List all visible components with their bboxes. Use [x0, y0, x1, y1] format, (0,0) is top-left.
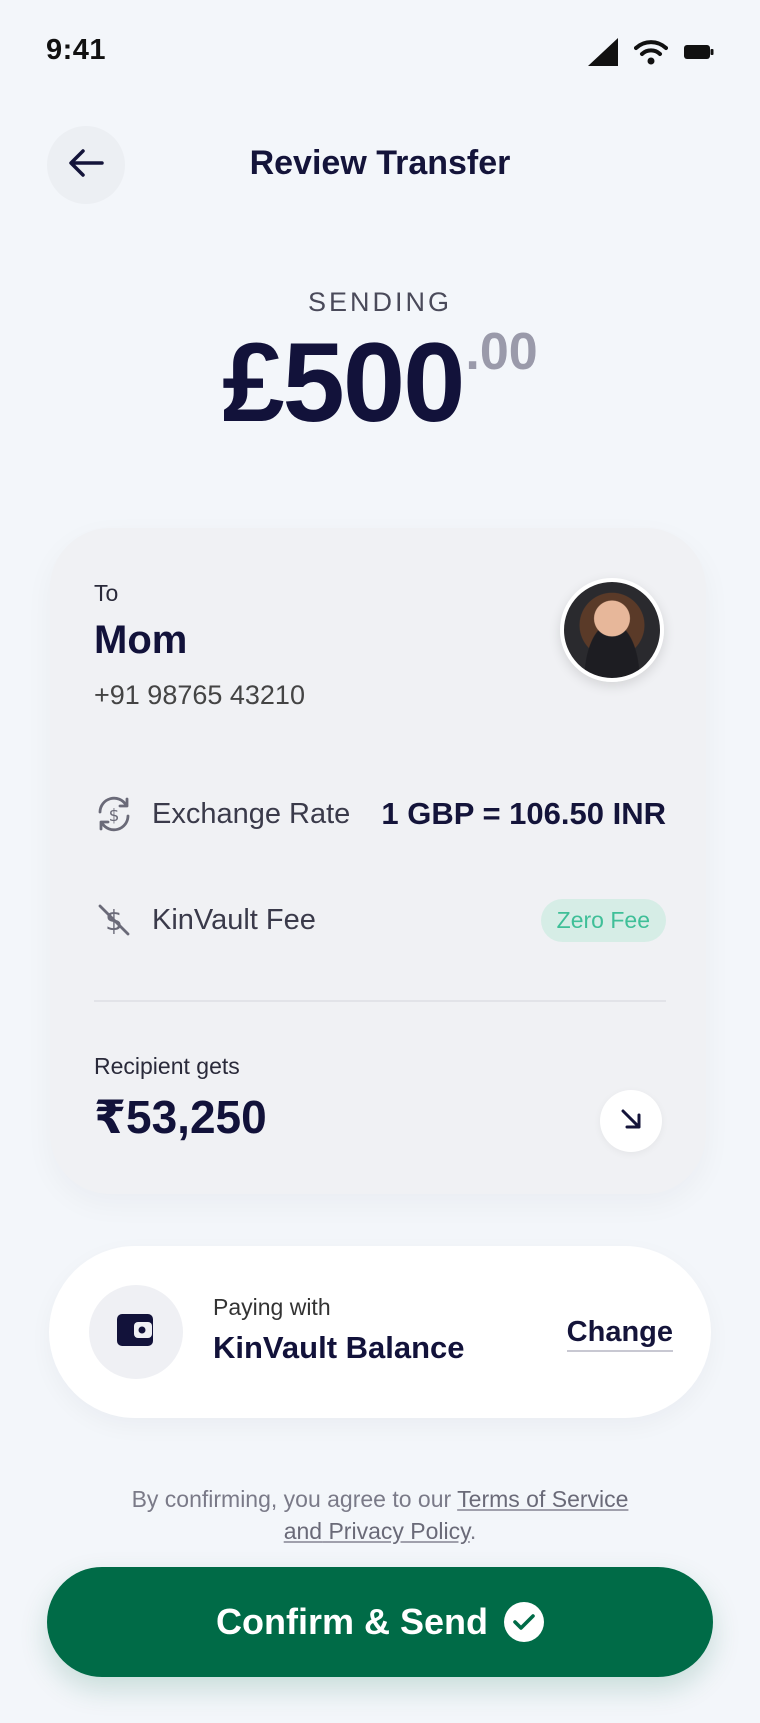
sending-amount: £500.00 — [0, 318, 760, 447]
svg-text:$: $ — [109, 806, 120, 826]
confirm-send-button[interactable]: Confirm & Send — [47, 1567, 713, 1677]
terms-and: and — [283, 1518, 323, 1544]
wallet-icon — [116, 1312, 156, 1353]
transfer-details-card: To Mom +91 98765 43210 $ Exchange Rate 1… — [50, 528, 706, 1194]
exchange-rate-label: Exchange Rate — [152, 797, 351, 830]
wallet-icon-container — [89, 1285, 183, 1379]
terms-suffix: . — [469, 1518, 477, 1544]
recipient-gets-value: ₹53,250 — [94, 1091, 267, 1143]
arrow-down-right-icon — [618, 1106, 644, 1137]
signal-icon — [588, 38, 618, 71]
confirm-send-label: Confirm & Send — [215, 1601, 488, 1642]
status-time: 9:41 — [46, 34, 107, 66]
page-title: Review Transfer — [249, 144, 511, 182]
status-bar: 9:41 — [0, 0, 760, 110]
payment-method-name: KinVault Balance — [213, 1330, 465, 1365]
divider — [94, 1000, 666, 1002]
amount-main: £500 — [222, 320, 465, 445]
check-circle-icon — [504, 1602, 544, 1642]
terms-of-service-link[interactable]: Terms of Service — [457, 1486, 628, 1512]
terms-text: By confirming, you agree to our Terms of… — [80, 1483, 680, 1547]
wifi-icon — [634, 39, 668, 70]
paying-with-label: Paying with — [213, 1294, 331, 1320]
fee-label: KinVault Fee — [152, 903, 316, 936]
amount-cents: .00 — [465, 323, 538, 381]
terms-prefix: By confirming, you agree to our — [131, 1486, 458, 1512]
battery-icon — [684, 43, 714, 66]
zero-fee-badge: Zero Fee — [540, 898, 666, 942]
payment-method-card: Paying with KinVault Balance Change — [49, 1246, 711, 1418]
exchange-rate-value: 1 GBP = 106.50 INR — [381, 796, 666, 831]
status-icons — [588, 38, 714, 71]
privacy-policy-link[interactable]: Privacy Policy — [322, 1518, 469, 1544]
no-fee-icon: $ — [94, 900, 134, 940]
sending-label: SENDING — [307, 287, 453, 317]
recipient-avatar[interactable] — [560, 578, 664, 682]
fee-row: $ KinVault Fee Zero Fee — [94, 890, 666, 950]
recipient-gets-label: Recipient gets — [94, 1053, 240, 1079]
currency-exchange-icon: $ — [94, 794, 134, 834]
recipient-name: Mom — [94, 618, 188, 662]
recipient-gets-button[interactable] — [600, 1090, 662, 1152]
recipient-phone: +91 98765 43210 — [94, 680, 305, 710]
exchange-rate-row: $ Exchange Rate 1 GBP = 106.50 INR — [94, 784, 666, 844]
to-label: To — [94, 580, 119, 606]
change-payment-link[interactable]: Change — [566, 1316, 673, 1352]
